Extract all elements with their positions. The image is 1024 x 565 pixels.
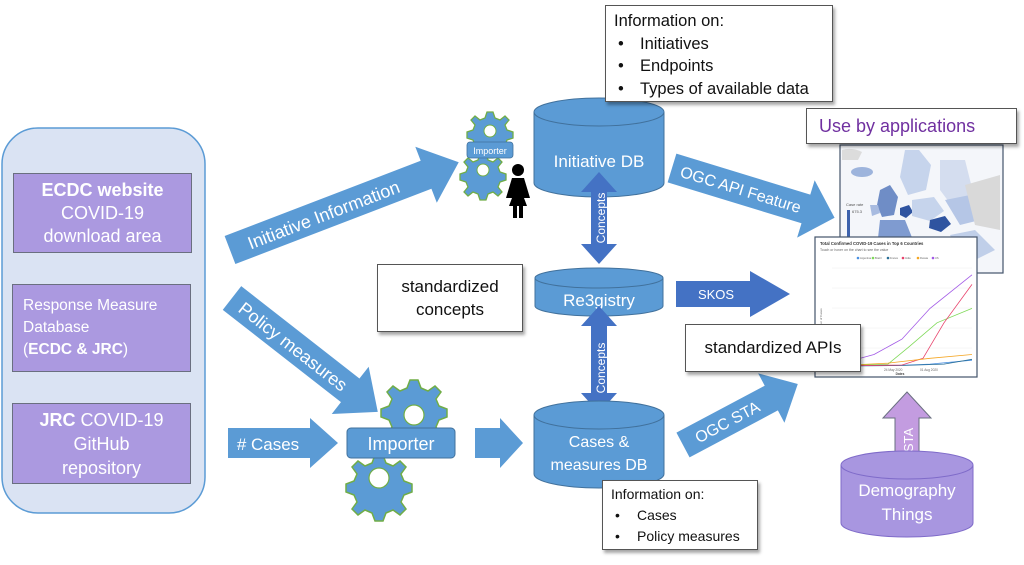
initiative-info-item: Types of available data	[614, 78, 824, 101]
chart-legend-label: Argentina	[860, 256, 872, 260]
source-ecdc-website-line2: COVID-19	[60, 202, 145, 223]
demography-line1: Demography	[858, 481, 956, 500]
person-icon	[506, 164, 530, 218]
demography-things-db: Demography Things	[840, 450, 974, 538]
source-ecdc-website-line1: ECDC website	[41, 179, 164, 200]
use-by-applications-label: Use by applications	[819, 116, 976, 136]
concepts-bottom-label: Concepts	[594, 343, 608, 394]
chart-legend-marker	[916, 256, 920, 260]
importer-bottom-label: Importer	[367, 434, 434, 454]
standardized-concepts-callout: standardized concepts	[377, 264, 523, 332]
map-legend-value: 675.3	[852, 209, 863, 214]
chart-legend-marker	[886, 256, 890, 260]
source-jrc-github: JRC COVID-19 GitHub repository	[12, 403, 191, 484]
cases-info-item: Policy measures	[611, 526, 749, 547]
importer-bottom: Importer	[346, 427, 456, 459]
initiative-info-list: Initiatives Endpoints Types of available…	[614, 33, 824, 101]
chart-legend: Argentina Brazil France India Russia US	[856, 256, 939, 260]
chart-xlabel: Dates	[896, 372, 905, 376]
source-ecdc-website-line3: download area	[43, 225, 162, 246]
cases-info-item: Cases	[611, 505, 749, 526]
chart-legend-marker	[931, 256, 935, 260]
ogc-api-feature-arrow: OGC API Feature	[667, 153, 835, 238]
source-jrc-line3: repository	[61, 457, 142, 478]
chart-legend-marker	[871, 256, 875, 260]
source-rmd-line3: (ECDC & JRC)	[23, 341, 129, 358]
chart-legend-marker	[901, 256, 905, 260]
source-ecdc-website: ECDC website COVID-19 download area	[13, 173, 192, 253]
importer-top: Importer	[466, 141, 514, 159]
gear-icon	[459, 153, 507, 201]
gear-icon	[345, 454, 413, 522]
map-legend-bar	[847, 210, 850, 238]
concepts-top-label: Concepts	[594, 193, 608, 244]
chart-legend-label: India	[905, 256, 911, 260]
cases-db-line1: Cases &	[569, 434, 630, 451]
cases-info-title: Information on:	[611, 486, 705, 502]
standardized-concepts-line2: concepts	[415, 300, 485, 319]
demography-line2: Things	[881, 505, 932, 524]
standardized-concepts-line1: standardized	[401, 277, 499, 296]
concepts-arrow-bottom: Concepts	[581, 306, 617, 413]
sta-arrow: STA	[881, 391, 933, 461]
standardized-apis-callout: standardized APIs	[685, 324, 861, 372]
chart-title: Total Confirmed COVID-19 Cases in Top 6 …	[820, 241, 924, 246]
cases-db-line2: measures DB	[551, 457, 648, 474]
map-legend-title: Case rate	[846, 202, 864, 207]
chart-legend-label: US	[935, 256, 939, 260]
source-response-measure-database: Response Measure Database (ECDC & JRC)	[12, 284, 191, 372]
standardized-apis-label: standardized APIs	[704, 338, 842, 357]
initiative-information-label: Initiative Information	[245, 177, 403, 253]
chart-x-tick: 01 Aug 2020	[920, 368, 938, 372]
policy-measures-arrow: Policy measures	[222, 286, 378, 414]
skos-label: SKOS	[698, 287, 734, 302]
source-rmd-line1: Response Measure	[23, 297, 158, 314]
initiative-information-arrow: Initiative Information	[224, 146, 459, 265]
policy-measures-label: Policy measures	[235, 298, 351, 395]
initiative-info-callout: Information on: Initiatives Endpoints Ty…	[605, 5, 833, 102]
source-jrc-line2: GitHub	[73, 433, 130, 454]
chart-legend-label: France	[890, 256, 899, 260]
cases-arrow-label: # Cases	[237, 435, 299, 454]
initiative-info-title: Information on:	[614, 12, 725, 30]
importer-top-label: Importer	[473, 146, 507, 156]
skos-arrow: SKOS	[676, 271, 790, 317]
chart-subtitle: Touch or hover on the chart to see the v…	[820, 248, 888, 252]
use-by-applications-callout: Use by applications	[806, 108, 1017, 144]
cases-info-callout: Information on: Cases Policy measures	[602, 480, 758, 550]
sta-label: STA	[901, 428, 916, 453]
cases-measures-db: Cases & measures DB	[533, 400, 665, 489]
initiative-db-label: Initiative DB	[554, 152, 645, 171]
ogc-sta-arrow: OGC STA	[676, 373, 798, 458]
initiative-info-item: Endpoints	[614, 55, 824, 78]
chart-legend-label: Brazil	[875, 256, 882, 260]
chart-legend-label: Russia	[920, 256, 928, 260]
source-jrc-line1: JRC COVID-19	[39, 409, 164, 430]
chart-legend-marker	[856, 256, 860, 260]
source-rmd-line2: Database	[23, 319, 90, 336]
cases-arrow: # Cases	[228, 418, 338, 468]
cases-info-list: Cases Policy measures	[611, 505, 749, 547]
importer-to-cases-db-arrow	[475, 418, 523, 468]
initiative-info-item: Initiatives	[614, 33, 824, 56]
